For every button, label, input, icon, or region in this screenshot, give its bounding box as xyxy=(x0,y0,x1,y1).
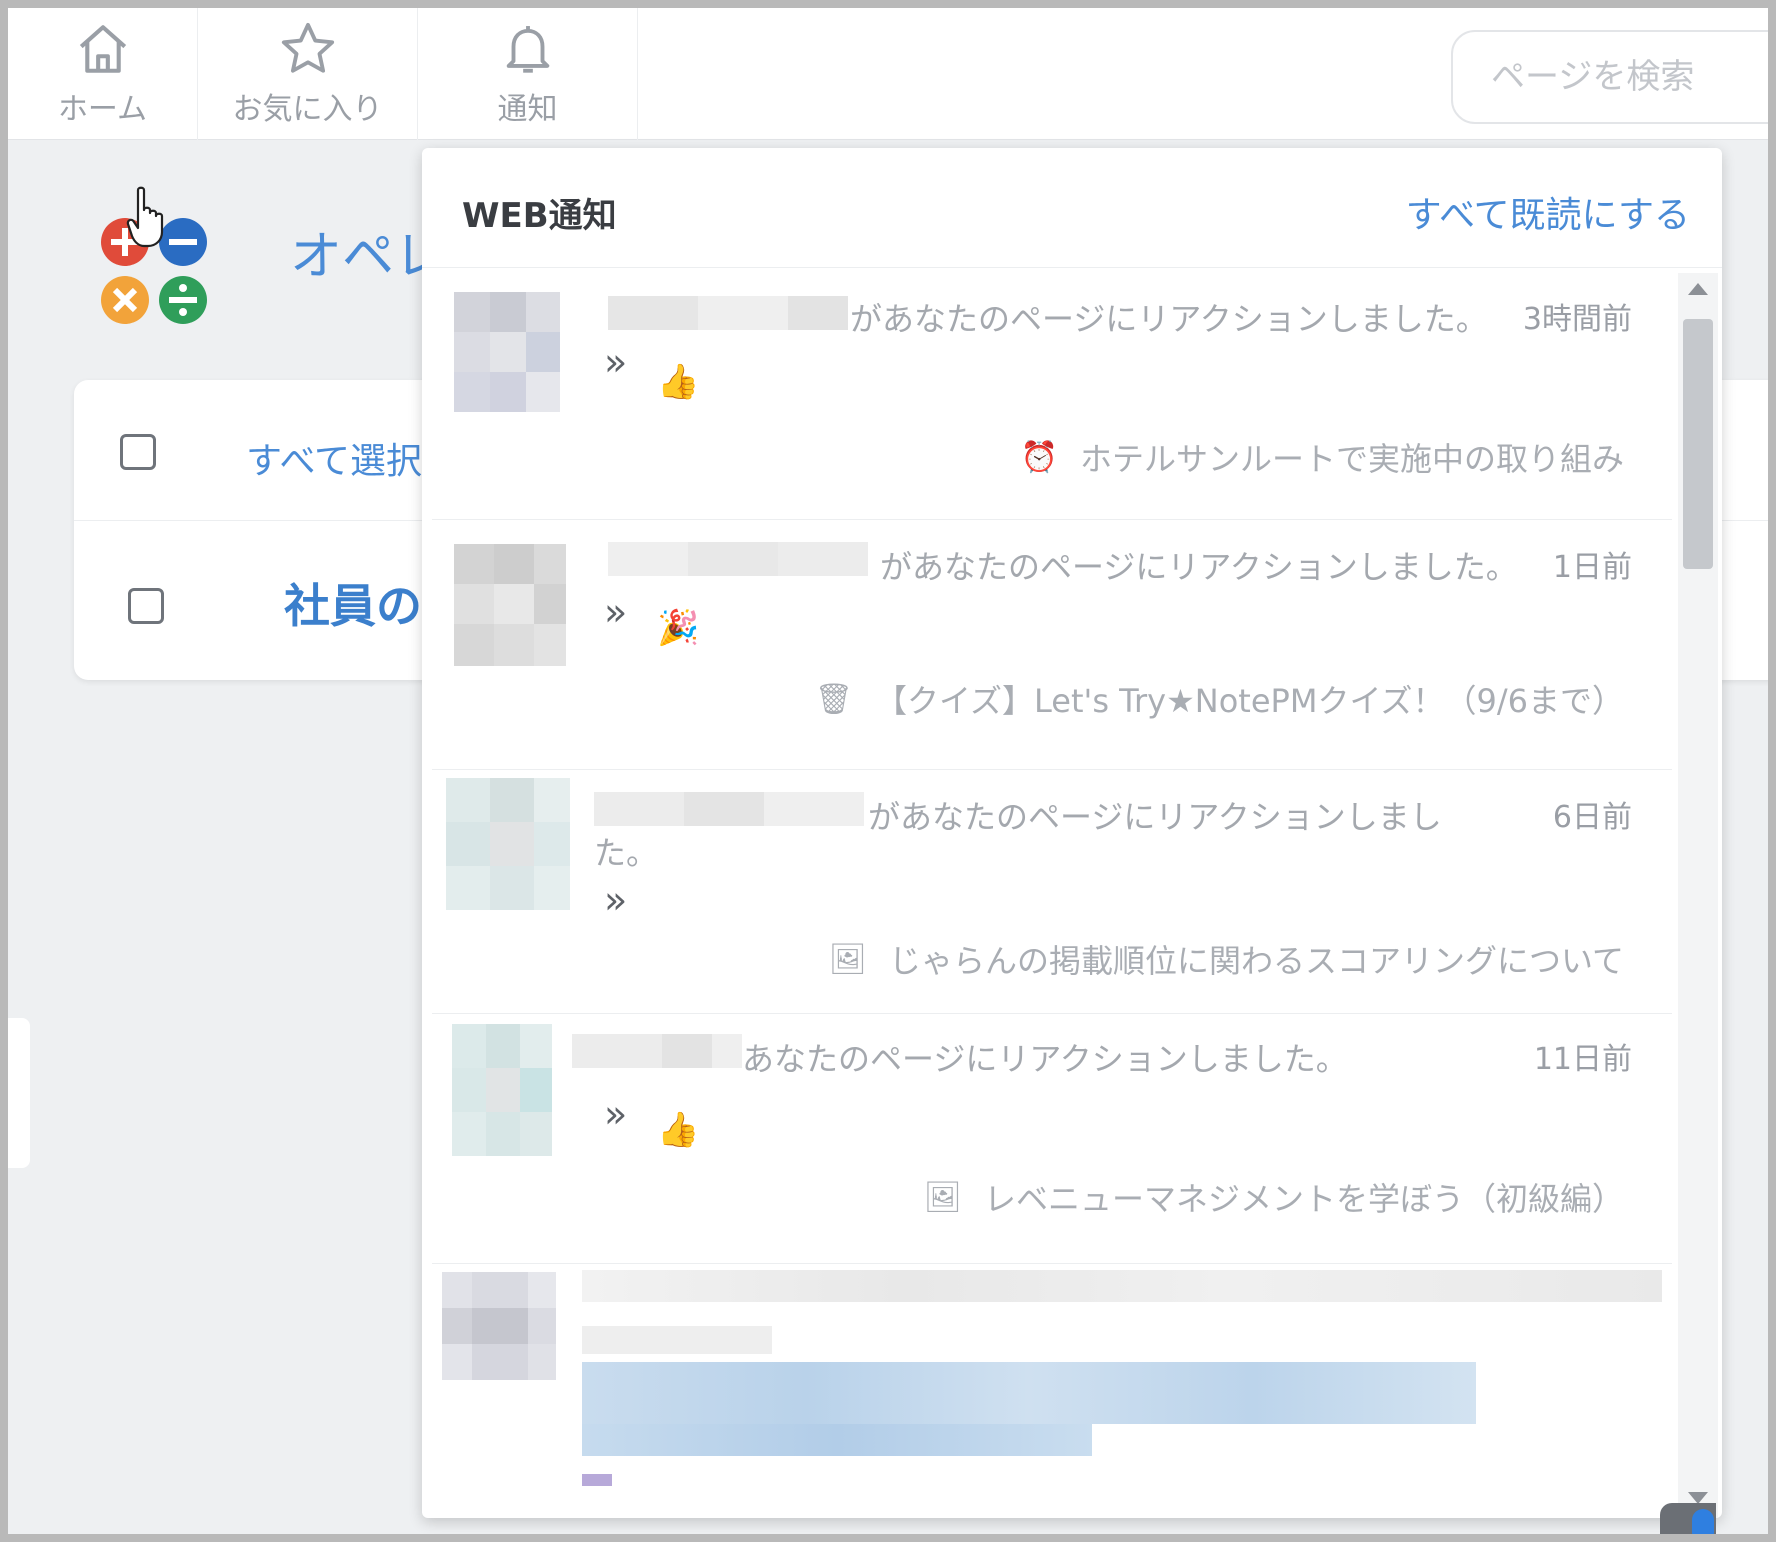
chart-image-icon: 🖼 xyxy=(923,1179,962,1215)
blurred-user-name xyxy=(594,792,864,826)
chevron-right-icon: » xyxy=(604,1092,628,1136)
blurred-user-name xyxy=(608,542,868,576)
scroll-up-arrow-icon[interactable] xyxy=(1688,283,1708,295)
search-input[interactable]: ページを検索 xyxy=(1451,30,1768,124)
blurred-tag xyxy=(582,1474,612,1486)
chart-image-icon: 🖼 xyxy=(828,941,867,977)
page-title: レベニューマネジメントを学ぼう（初級編） xyxy=(983,1180,1624,1218)
scrollbar[interactable] xyxy=(1678,273,1718,1518)
notification-list: があなたのページにリアクションしました。 3時間前 » 👍 ⏰ ホテルサンルート… xyxy=(432,268,1672,1518)
notification-page-link[interactable]: ⏰ ホテルサンルートで実施中の取り組み xyxy=(1021,434,1624,480)
blurred-user-name xyxy=(572,1034,742,1068)
trash-can-icon: 🗑 xyxy=(814,681,853,717)
page-title: 【クイズ】Let's Try★NotePMクイズ！（9/6まで） xyxy=(874,682,1624,720)
notification-time: 6日前 xyxy=(1552,800,1632,835)
nav-notifications-label: 通知 xyxy=(497,92,558,127)
side-panel-stub xyxy=(8,1018,30,1168)
app-frame: ホーム お気に入り 通知 ページを検索 オペレ すべて選択 社員のスキ WEB通… xyxy=(8,8,1768,1534)
blurred-text xyxy=(582,1326,772,1354)
dropdown-title: WEB通知 xyxy=(462,196,617,236)
blurred-text xyxy=(582,1270,1662,1302)
avatar xyxy=(446,778,570,910)
notification-item[interactable]: があなたのページにリアクションしました。 1日前 » 🎉 🗑 【クイズ】Let'… xyxy=(432,520,1672,770)
nav-home[interactable]: ホーム xyxy=(8,8,198,140)
thumbs-up-icon: 👍 xyxy=(657,362,700,402)
notification-page-link[interactable]: 🖼 レベニューマネジメントを学ぼう（初級編） xyxy=(924,1174,1624,1220)
page-title: ホテルサンルートで実施中の取り組み xyxy=(1079,440,1624,478)
chevron-right-icon: » xyxy=(604,878,628,922)
blurred-link xyxy=(582,1362,1476,1424)
notification-message: があなたのページにリアクションしました。 xyxy=(880,548,1518,586)
notification-page-link[interactable]: 🗑 【クイズ】Let's Try★NotePMクイズ！（9/6まで） xyxy=(815,676,1624,722)
nav-favorites[interactable]: お気に入り xyxy=(198,8,418,140)
alarm-clock-icon: ⏰ xyxy=(1020,439,1058,475)
star-icon xyxy=(281,22,334,73)
avatar xyxy=(452,1024,552,1156)
notification-item-blurred[interactable] xyxy=(432,1264,1672,1518)
chevron-right-icon: » xyxy=(604,590,628,634)
hand-cursor-icon xyxy=(126,186,164,248)
home-icon xyxy=(79,25,126,73)
search-placeholder: ページを検索 xyxy=(1491,57,1695,97)
notification-time: 1日前 xyxy=(1552,550,1632,585)
notification-time: 3時間前 xyxy=(1522,302,1632,337)
avatar xyxy=(454,544,566,666)
blurred-user-name xyxy=(608,296,848,330)
notification-item[interactable]: あなたのページにリアクションしました。 11日前 » 👍 🖼 レベニューマネジメ… xyxy=(432,1014,1672,1264)
notification-message: があなたのページにリアクションしました。 xyxy=(850,300,1488,338)
notification-message-cont: た。 xyxy=(594,834,659,872)
avatar xyxy=(454,292,560,412)
chat-widget-icon xyxy=(1692,1509,1714,1534)
notification-item[interactable]: があなたのページにリアクションしまし た。 6日前 » 🖼 じゃらんの掲載順位に… xyxy=(432,770,1672,1014)
row-checkbox[interactable] xyxy=(128,588,164,624)
select-all-checkbox[interactable] xyxy=(120,434,156,470)
scrollbar-thumb[interactable] xyxy=(1683,319,1713,569)
party-popper-icon: 🎉 xyxy=(657,608,700,648)
chevron-right-icon: » xyxy=(604,340,628,384)
notification-page-link[interactable]: 🖼 じゃらんの掲載順位に関わるスコアリングについて xyxy=(829,936,1624,982)
top-nav: ホーム お気に入り 通知 ページを検索 xyxy=(8,8,1768,140)
notification-message: があなたのページにリアクションしまし xyxy=(868,798,1442,836)
nav-notifications[interactable]: 通知 xyxy=(418,8,638,140)
blurred-link xyxy=(582,1424,1092,1456)
notification-item[interactable]: があなたのページにリアクションしました。 3時間前 » 👍 ⏰ ホテルサンルート… xyxy=(432,268,1672,520)
avatar xyxy=(442,1272,556,1380)
notification-time: 11日前 xyxy=(1533,1042,1632,1077)
chat-widget-button[interactable] xyxy=(1660,1503,1716,1534)
dropdown-header: WEB通知 すべて既読にする xyxy=(422,148,1722,268)
thumbs-up-icon: 👍 xyxy=(657,1110,700,1150)
notification-dropdown: WEB通知 すべて既読にする があなたのページにリアクションしました。 3時間前… xyxy=(422,148,1722,1518)
page-title: じゃらんの掲載順位に関わるスコアリングについて xyxy=(888,942,1624,980)
notification-message: あなたのページにリアクションしました。 xyxy=(742,1040,1348,1078)
mark-all-read-button[interactable]: すべて既読にする xyxy=(1406,186,1690,238)
bell-icon xyxy=(506,26,549,73)
nav-home-label: ホーム xyxy=(57,92,148,127)
select-all-label[interactable]: すべて選択 xyxy=(246,432,422,484)
nav-favorites-label: お気に入り xyxy=(232,92,383,127)
